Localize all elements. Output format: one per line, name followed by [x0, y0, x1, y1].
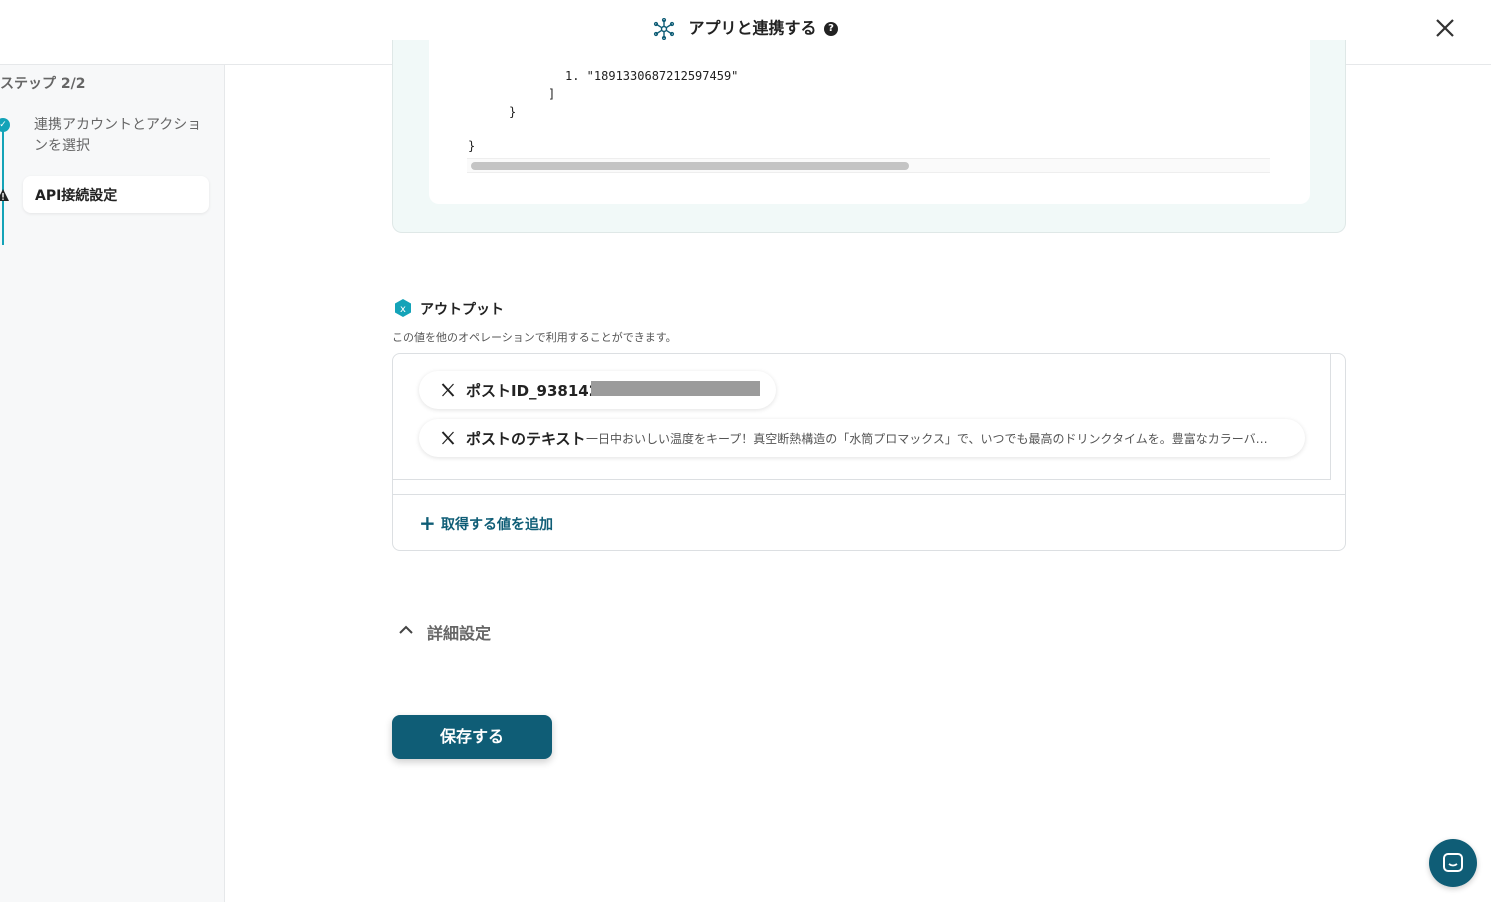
output-item-value: 一日中おいしい温度をキープ！真空断熱構造の「水筒プロマックス」で、いつでも最高の…: [586, 432, 1276, 446]
output-list: ポストID_938142 ポストのテキスト 一日中おいしい温度をキープ！真空断熱…: [393, 354, 1331, 480]
output-item-label: ポストのテキスト: [466, 430, 586, 448]
chat-icon: [1443, 853, 1463, 872]
x-logo-icon: [441, 383, 455, 397]
scrollbar-thumb[interactable]: [471, 162, 909, 170]
output-item-post-id[interactable]: ポストID_938142: [419, 371, 776, 409]
code-line: ]: [548, 87, 556, 101]
chat-launcher-button[interactable]: [1429, 839, 1477, 887]
horizontal-scrollbar[interactable]: [467, 158, 1270, 173]
code-line: }: [468, 139, 476, 153]
output-title: アウトプット: [420, 302, 504, 318]
step-item-api-settings[interactable]: API接続設定: [23, 176, 209, 213]
step-item-account-action[interactable]: 連携アカウントとアクションを選択: [34, 115, 204, 157]
step-item-label: API接続設定: [35, 188, 118, 204]
output-item-post-text[interactable]: ポストのテキスト 一日中おいしい温度をキープ！真空断熱構造の「水筒プロマックス」…: [419, 419, 1305, 457]
output-description: この値を他のオペレーションで利用することができます。: [392, 331, 677, 344]
code-line: 1. "1891330687212597459": [565, 69, 739, 83]
svg-text:x: x: [400, 304, 406, 315]
test-result-panel: 1. "1891330687212597459" ] } }: [392, 40, 1346, 233]
chevron-up-icon: [399, 625, 413, 634]
check-icon: ✓: [0, 118, 10, 132]
add-output-value-label: 取得する値を追加: [441, 517, 553, 533]
json-response-block: 1. "1891330687212597459" ] } }: [429, 40, 1310, 204]
warning-icon: [0, 189, 9, 201]
app-connect-icon: [653, 17, 675, 40]
close-icon[interactable]: [1433, 16, 1457, 40]
code-line: }: [509, 105, 517, 119]
output-box: ポストID_938142 ポストのテキスト 一日中おいしい温度をキープ！真空断熱…: [392, 353, 1346, 551]
plus-icon: +: [419, 511, 436, 535]
step-connector: [2, 127, 4, 245]
divider: [393, 494, 1345, 495]
x-logo-icon: [441, 431, 455, 445]
modal-title-text: アプリと連携する: [688, 18, 817, 38]
output-item-label: ポストID_938142: [466, 382, 600, 400]
step-counter: ステップ 2/2: [0, 76, 86, 92]
steps-sidebar: ステップ 2/2 ✓ 連携アカウントとアクションを選択 API接続設定: [0, 65, 225, 902]
detail-settings-label: 詳細設定: [427, 624, 492, 643]
redacted-value: [591, 381, 760, 396]
output-variable-icon: x: [395, 299, 411, 317]
modal-title: アプリと連携する ?: [0, 14, 1491, 42]
help-icon[interactable]: ?: [824, 21, 839, 36]
save-button[interactable]: 保存する: [392, 715, 552, 759]
